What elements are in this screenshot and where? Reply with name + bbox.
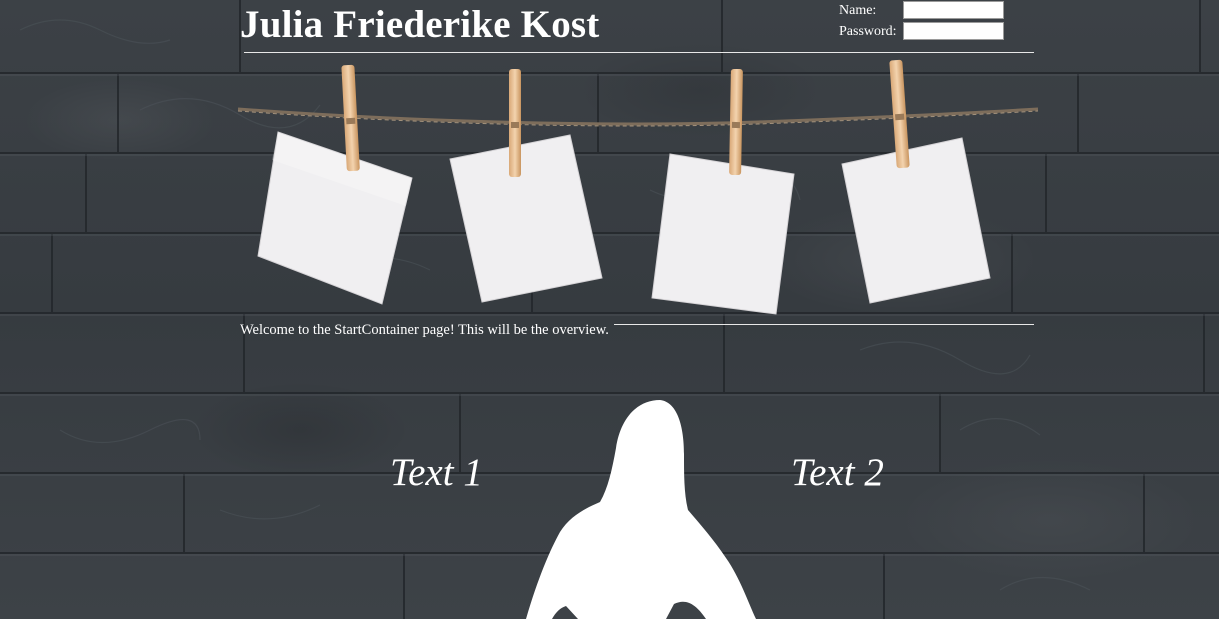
photo-card-2	[449, 134, 603, 303]
clothespin-2-icon	[509, 69, 521, 177]
name-label: Name:	[839, 3, 877, 18]
password-input[interactable]	[903, 22, 1004, 40]
photo-card-1	[257, 131, 413, 305]
text-2: Text 2	[791, 451, 884, 494]
text-1: Text 1	[390, 451, 483, 494]
page-title: Julia Friederike Kost	[240, 3, 600, 46]
clothespin-4-icon	[889, 59, 910, 169]
content-divider	[614, 324, 1034, 325]
name-input[interactable]	[903, 1, 1004, 19]
photo-card-3	[651, 153, 795, 315]
welcome-text: Welcome to the StartContainer page! This…	[240, 322, 609, 338]
password-label: Password:	[839, 24, 897, 39]
woman-silhouette-image	[526, 400, 756, 619]
clothesline-banner-image	[238, 59, 1038, 315]
photo-card-4	[841, 137, 991, 304]
clothespin-3-icon	[729, 68, 743, 176]
header-divider	[244, 52, 1034, 53]
